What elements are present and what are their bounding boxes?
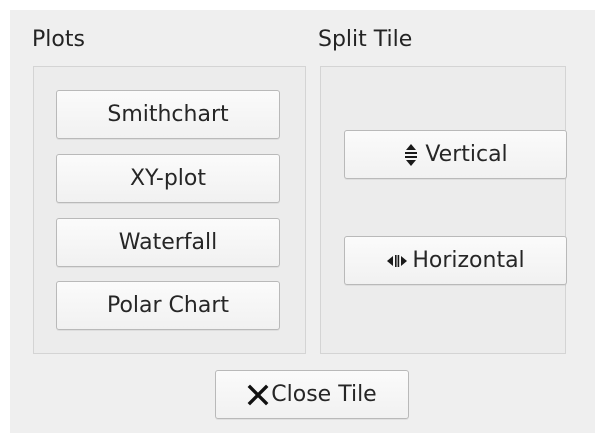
split-horizontal-button-label: Horizontal [412, 248, 525, 273]
close-icon [247, 384, 269, 406]
xy-plot-button-label: XY-plot [129, 166, 206, 191]
tile-panel: Plots Smithchart XY-plot Waterfall Polar… [10, 10, 595, 433]
smithchart-button-label: Smithchart [107, 102, 229, 127]
split-horizontal-button[interactable]: Horizontal [344, 236, 567, 285]
close-tile-button[interactable]: Close Tile [215, 370, 409, 419]
close-tile-button-label: Close Tile [271, 382, 377, 407]
waterfall-button[interactable]: Waterfall [56, 218, 280, 267]
split-vertical-icon [403, 143, 419, 167]
plots-group-box: Smithchart XY-plot Waterfall Polar Chart [33, 66, 306, 354]
xy-plot-button[interactable]: XY-plot [56, 154, 280, 203]
waterfall-button-label: Waterfall [118, 230, 218, 255]
plots-group-title: Plots [32, 27, 85, 52]
smithchart-button[interactable]: Smithchart [56, 90, 280, 139]
polar-chart-button[interactable]: Polar Chart [56, 281, 280, 330]
split-vertical-button[interactable]: Vertical [344, 130, 567, 179]
split-vertical-button-label: Vertical [425, 142, 508, 167]
split-tile-group-box: Vertical Horizontal [320, 66, 567, 354]
split-tile-group-title: Split Tile [318, 27, 413, 52]
polar-chart-button-label: Polar Chart [106, 293, 230, 318]
split-horizontal-icon [386, 253, 408, 269]
